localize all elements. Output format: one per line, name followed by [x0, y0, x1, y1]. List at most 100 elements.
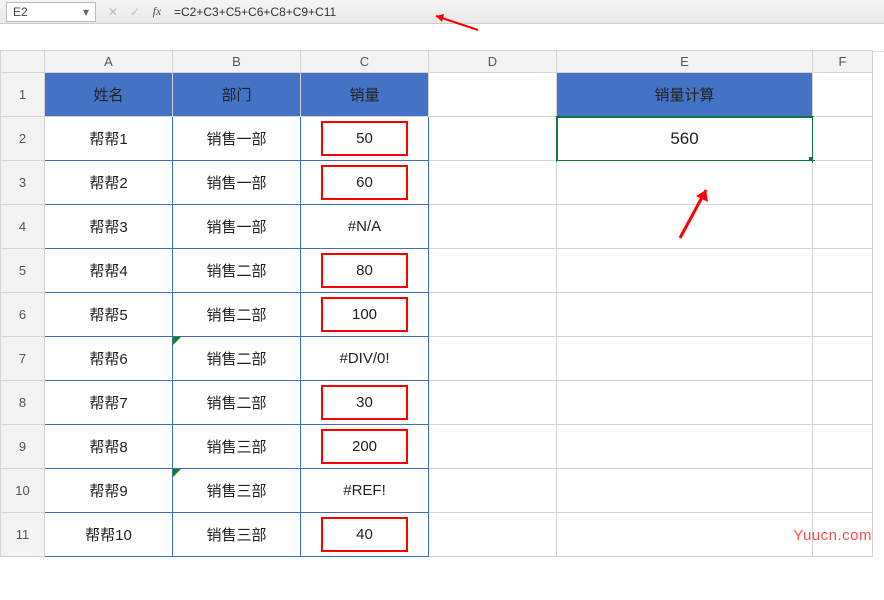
column-header-A[interactable]: A [45, 51, 173, 73]
row-header-6[interactable]: 6 [1, 293, 45, 337]
cell-C6[interactable]: 100 [301, 293, 429, 337]
cell-E7[interactable] [557, 337, 813, 381]
cell-F5[interactable] [813, 249, 873, 293]
cell-B11[interactable]: 销售三部 [173, 513, 301, 557]
cell-B5[interactable]: 销售二部 [173, 249, 301, 293]
formula-bar: E2 ▾ ✕ ✓ fx =C2+C3+C5+C6+C8+C9+C11 [0, 0, 884, 24]
cell-F7[interactable] [813, 337, 873, 381]
cell-F1[interactable] [813, 73, 873, 117]
row-header-9[interactable]: 9 [1, 425, 45, 469]
cell-C5[interactable]: 80 [301, 249, 429, 293]
row-header-5[interactable]: 5 [1, 249, 45, 293]
ribbon-spacer [0, 24, 884, 52]
cell-A5[interactable]: 帮帮4 [45, 249, 173, 293]
cell-B9[interactable]: 销售三部 [173, 425, 301, 469]
cell-D4[interactable] [429, 205, 557, 249]
name-box-dropdown-icon[interactable]: ▾ [79, 5, 93, 19]
highlight-box [321, 165, 408, 200]
cell-D7[interactable] [429, 337, 557, 381]
row-header-10[interactable]: 10 [1, 469, 45, 513]
cell-E11[interactable] [557, 513, 813, 557]
cell-B2[interactable]: 销售一部 [173, 117, 301, 161]
column-header-B[interactable]: B [173, 51, 301, 73]
cell-F6[interactable] [813, 293, 873, 337]
cell-C1[interactable]: 销量 [301, 73, 429, 117]
cell-F10[interactable] [813, 469, 873, 513]
cell-A11[interactable]: 帮帮10 [45, 513, 173, 557]
cell-E2[interactable]: 560 [557, 117, 813, 161]
cell-A6[interactable]: 帮帮5 [45, 293, 173, 337]
cell-F3[interactable] [813, 161, 873, 205]
cell-C7[interactable]: #DIV/0! [301, 337, 429, 381]
highlight-box [321, 517, 408, 552]
select-all-corner[interactable] [1, 51, 45, 73]
highlight-box [321, 253, 408, 288]
cell-F8[interactable] [813, 381, 873, 425]
row-header-2[interactable]: 2 [1, 117, 45, 161]
column-header-D[interactable]: D [429, 51, 557, 73]
cell-E9[interactable] [557, 425, 813, 469]
cell-D6[interactable] [429, 293, 557, 337]
cell-D9[interactable] [429, 425, 557, 469]
column-header-C[interactable]: C [301, 51, 429, 73]
cell-A1[interactable]: 姓名 [45, 73, 173, 117]
spreadsheet-grid[interactable]: ABCDEF 1姓名部门销量 销量计算 2帮帮1销售一部50 560 3帮帮2销售一部60… [0, 50, 884, 557]
cell-D11[interactable] [429, 513, 557, 557]
column-header-F[interactable]: F [813, 51, 873, 73]
cell-E8[interactable] [557, 381, 813, 425]
cell-A9[interactable]: 帮帮8 [45, 425, 173, 469]
cell-B6[interactable]: 销售二部 [173, 293, 301, 337]
row-header-3[interactable]: 3 [1, 161, 45, 205]
row-header-8[interactable]: 8 [1, 381, 45, 425]
cell-C8[interactable]: 30 [301, 381, 429, 425]
cell-D1[interactable] [429, 73, 557, 117]
row-header-1[interactable]: 1 [1, 73, 45, 117]
cell-E1[interactable]: 销量计算 [557, 73, 813, 117]
cell-D10[interactable] [429, 469, 557, 513]
cell-E5[interactable] [557, 249, 813, 293]
cell-D5[interactable] [429, 249, 557, 293]
column-header-E[interactable]: E [557, 51, 813, 73]
cell-A3[interactable]: 帮帮2 [45, 161, 173, 205]
cell-C9[interactable]: 200 [301, 425, 429, 469]
cell-A8[interactable]: 帮帮7 [45, 381, 173, 425]
cell-E10[interactable] [557, 469, 813, 513]
highlight-box [321, 297, 408, 332]
highlight-box [321, 121, 408, 156]
watermark: Yuucn.com [793, 527, 872, 544]
cell-D8[interactable] [429, 381, 557, 425]
cell-B1[interactable]: 部门 [173, 73, 301, 117]
cell-B4[interactable]: 销售一部 [173, 205, 301, 249]
cell-C11[interactable]: 40 [301, 513, 429, 557]
fx-icon[interactable]: fx [146, 2, 168, 22]
confirm-icon[interactable]: ✓ [124, 2, 146, 22]
cell-A10[interactable]: 帮帮9 [45, 469, 173, 513]
cell-F2[interactable] [813, 117, 873, 161]
cell-B7[interactable]: 销售二部 [173, 337, 301, 381]
cell-F9[interactable] [813, 425, 873, 469]
row-header-7[interactable]: 7 [1, 337, 45, 381]
cell-F4[interactable] [813, 205, 873, 249]
cell-B8[interactable]: 销售二部 [173, 381, 301, 425]
cell-B3[interactable]: 销售一部 [173, 161, 301, 205]
cell-D3[interactable] [429, 161, 557, 205]
cancel-icon[interactable]: ✕ [102, 2, 124, 22]
cell-D2[interactable] [429, 117, 557, 161]
highlight-box [321, 429, 408, 464]
cell-E6[interactable] [557, 293, 813, 337]
cell-A7[interactable]: 帮帮6 [45, 337, 173, 381]
formula-input[interactable]: =C2+C3+C5+C6+C8+C9+C11 [174, 5, 336, 19]
cell-A4[interactable]: 帮帮3 [45, 205, 173, 249]
cell-B10[interactable]: 销售三部 [173, 469, 301, 513]
cell-C10[interactable]: #REF! [301, 469, 429, 513]
row-header-11[interactable]: 11 [1, 513, 45, 557]
cell-E3[interactable] [557, 161, 813, 205]
cell-E4[interactable] [557, 205, 813, 249]
name-box[interactable]: E2 ▾ [6, 2, 96, 22]
cell-A2[interactable]: 帮帮1 [45, 117, 173, 161]
cell-C2[interactable]: 50 [301, 117, 429, 161]
name-box-value: E2 [13, 5, 28, 19]
row-header-4[interactable]: 4 [1, 205, 45, 249]
cell-C3[interactable]: 60 [301, 161, 429, 205]
cell-C4[interactable]: #N/A [301, 205, 429, 249]
